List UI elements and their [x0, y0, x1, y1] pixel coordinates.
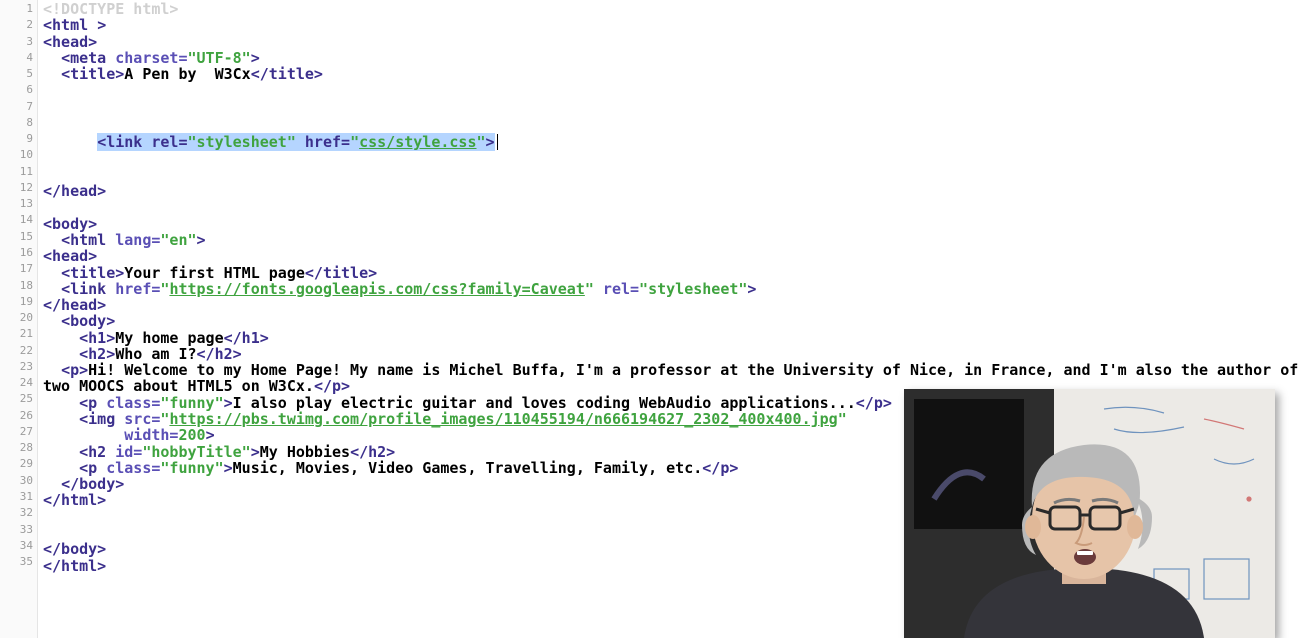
code-line[interactable]: <!DOCTYPE html> [43, 1, 1299, 17]
line-number: 26 [0, 408, 37, 424]
code-line[interactable]: <h2>Who am I?</h2> [43, 346, 1299, 362]
code-line[interactable]: <title>Your first HTML page</title> [43, 265, 1299, 281]
line-number: 10 [0, 147, 37, 163]
line-number: 22 [0, 343, 37, 359]
line-number: 11 [0, 164, 37, 180]
code-editor[interactable]: 1234567891011121314151617181920212223242… [0, 0, 1299, 638]
line-number: 28 [0, 440, 37, 456]
code-line[interactable] [43, 167, 1299, 183]
line-number: 16 [0, 245, 37, 261]
line-number: 17 [0, 261, 37, 277]
line-number: 8 [0, 115, 37, 131]
code-line[interactable]: <h1>My home page</h1> [43, 330, 1299, 346]
code-line[interactable] [43, 199, 1299, 215]
code-line[interactable]: <link rel="stylesheet" href="css/style.c… [43, 131, 1299, 150]
code-line[interactable]: <title>A Pen by W3Cx</title> [43, 66, 1299, 82]
line-number: 30 [0, 473, 37, 489]
line-number: 13 [0, 196, 37, 212]
line-number: 14 [0, 212, 37, 228]
line-number-gutter: 1234567891011121314151617181920212223242… [0, 0, 38, 638]
line-number: 31 [0, 489, 37, 505]
code-line[interactable]: <body> [43, 216, 1299, 232]
code-line[interactable]: <head> [43, 248, 1299, 264]
code-line[interactable]: <head> [43, 34, 1299, 50]
line-number: 7 [0, 99, 37, 115]
line-number: 24 [0, 375, 37, 391]
code-line[interactable]: </head> [43, 183, 1299, 199]
line-number: 18 [0, 278, 37, 294]
line-number: 23 [0, 359, 37, 375]
code-line[interactable]: </head> [43, 297, 1299, 313]
line-number: 6 [0, 82, 37, 98]
code-line[interactable]: <html > [43, 17, 1299, 33]
line-number: 21 [0, 326, 37, 342]
code-line[interactable] [43, 115, 1299, 131]
code-line[interactable]: <html lang="en"> [43, 232, 1299, 248]
code-line[interactable]: <meta charset="UTF-8"> [43, 50, 1299, 66]
line-number: 35 [0, 554, 37, 570]
text-cursor [497, 134, 498, 150]
line-number: 15 [0, 229, 37, 245]
line-number: 34 [0, 538, 37, 554]
line-number: 33 [0, 522, 37, 538]
line-number: 25 [0, 391, 37, 407]
line-number: 32 [0, 505, 37, 521]
line-number: 20 [0, 310, 37, 326]
code-line[interactable] [43, 99, 1299, 115]
line-number: 2 [0, 17, 37, 33]
line-number: 9 [0, 131, 37, 147]
code-line[interactable] [43, 82, 1299, 98]
line-number: 27 [0, 424, 37, 440]
code-line[interactable] [43, 151, 1299, 167]
line-number: 1 [0, 1, 37, 17]
line-number: 5 [0, 66, 37, 82]
webcam-overlay [904, 389, 1275, 638]
code-line[interactable]: <link href="https://fonts.googleapis.com… [43, 281, 1299, 297]
line-number: 12 [0, 180, 37, 196]
line-number: 19 [0, 294, 37, 310]
line-number: 29 [0, 456, 37, 472]
line-number: 4 [0, 50, 37, 66]
presenter-icon [904, 389, 1275, 638]
code-line[interactable]: <body> [43, 313, 1299, 329]
line-number: 3 [0, 34, 37, 50]
